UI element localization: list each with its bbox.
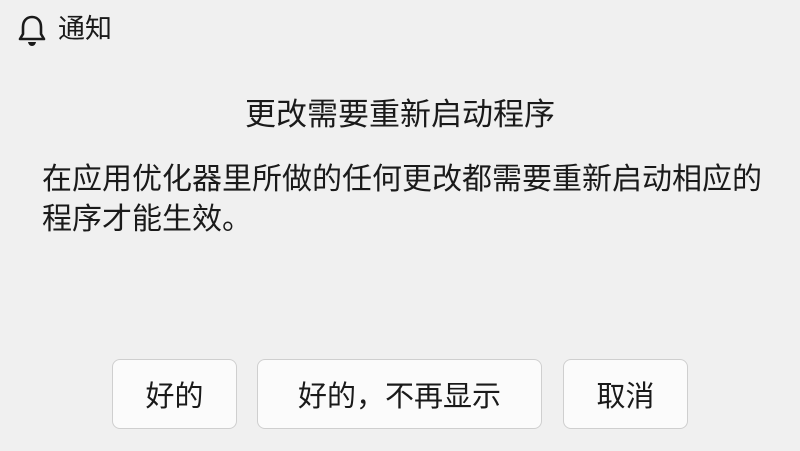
cancel-button[interactable]: 取消 [563, 359, 688, 429]
ok-button[interactable]: 好的 [112, 359, 237, 429]
window-title: 通知 [58, 14, 112, 45]
ok-dont-show-again-button[interactable]: 好的，不再显示 [257, 359, 542, 429]
notification-dialog: 通知 更改需要重新启动程序 在应用优化器里所做的任何更改都需要重新启动相应的程序… [0, 0, 800, 451]
bell-icon [18, 15, 46, 46]
dialog-message: 在应用优化器里所做的任何更改都需要重新启动相应的程序才能生效。 [42, 162, 762, 237]
dialog-heading: 更改需要重新启动程序 [245, 97, 555, 133]
title-bar: 通知 [0, 0, 800, 60]
